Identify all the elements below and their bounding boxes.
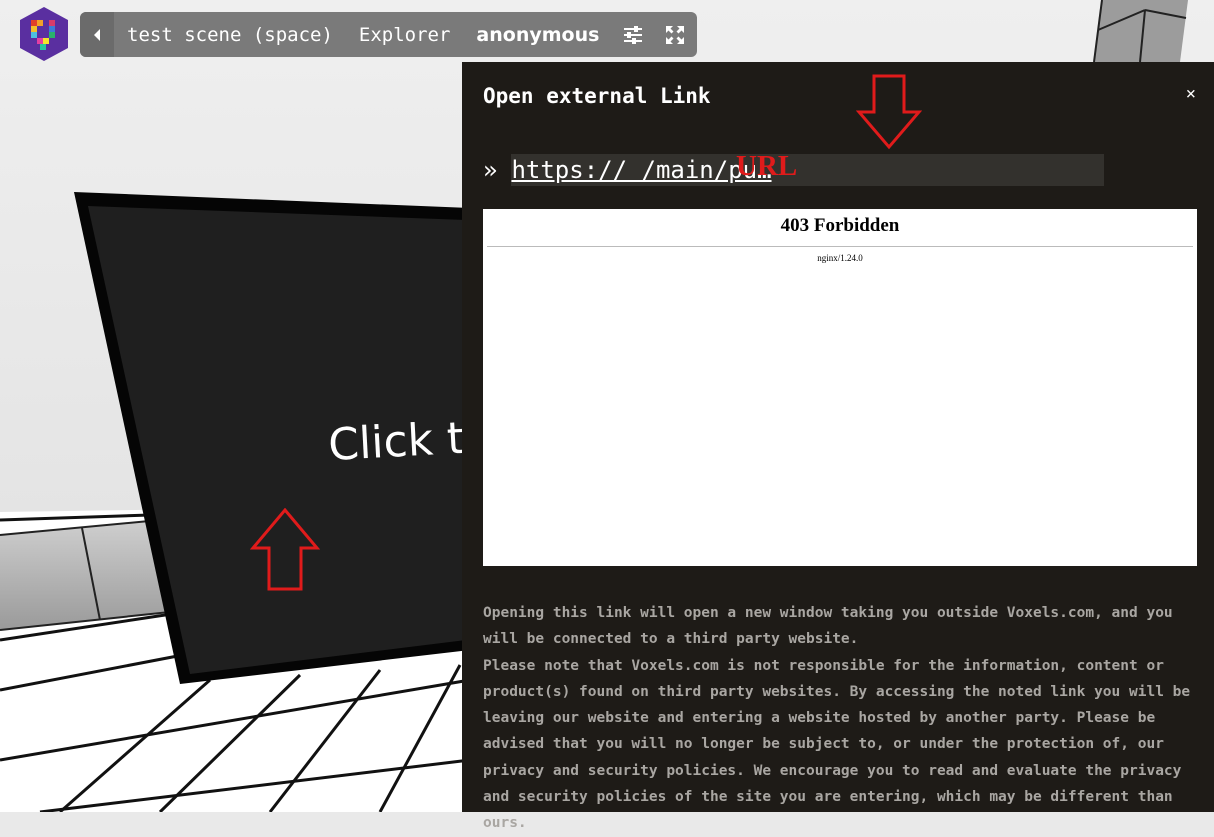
back-arrow-icon [94,28,100,41]
external-link-dialog: Open external Link × » https:// /main/pu… [462,62,1214,831]
scene-name-link[interactable]: test scene (space) [114,24,346,46]
back-button[interactable] [80,12,114,57]
disclaimer-text: Opening this link will open a new window… [483,600,1203,837]
disclaimer-paragraph-1: Opening this link will open a new window… [483,605,1173,648]
preview-heading: 403 Forbidden [780,215,900,236]
external-url-link[interactable]: https:// /main/pu… [511,154,1105,186]
link-preview-frame[interactable]: 403 Forbidden nginx/1.24.0 [483,209,1197,566]
preview-server-text: nginx/1.24.0 [817,253,863,263]
close-button[interactable]: × [1186,84,1196,104]
dialog-title: Open external Link [483,84,711,108]
fullscreen-icon [666,25,685,44]
annotation-url-label: URL [736,150,798,182]
user-name-link[interactable]: anonymous [463,24,612,46]
top-toolbar: test scene (space) Explorer anonymous [80,12,697,57]
settings-button[interactable] [612,12,654,57]
fullscreen-button[interactable] [654,12,696,57]
annotation-down-arrow-icon [856,74,922,150]
voxels-logo-icon [20,7,68,61]
preview-divider [487,246,1193,247]
scene-panel-text: Click t [327,412,466,471]
voxels-logo[interactable] [18,6,70,62]
url-prefix-icon: » [483,156,498,184]
settings-sliders-icon [624,25,643,44]
explorer-link[interactable]: Explorer [346,24,464,46]
annotation-up-arrow-icon [250,508,320,591]
disclaimer-paragraph-2: Please note that Voxels.com is not respo… [483,657,1191,832]
